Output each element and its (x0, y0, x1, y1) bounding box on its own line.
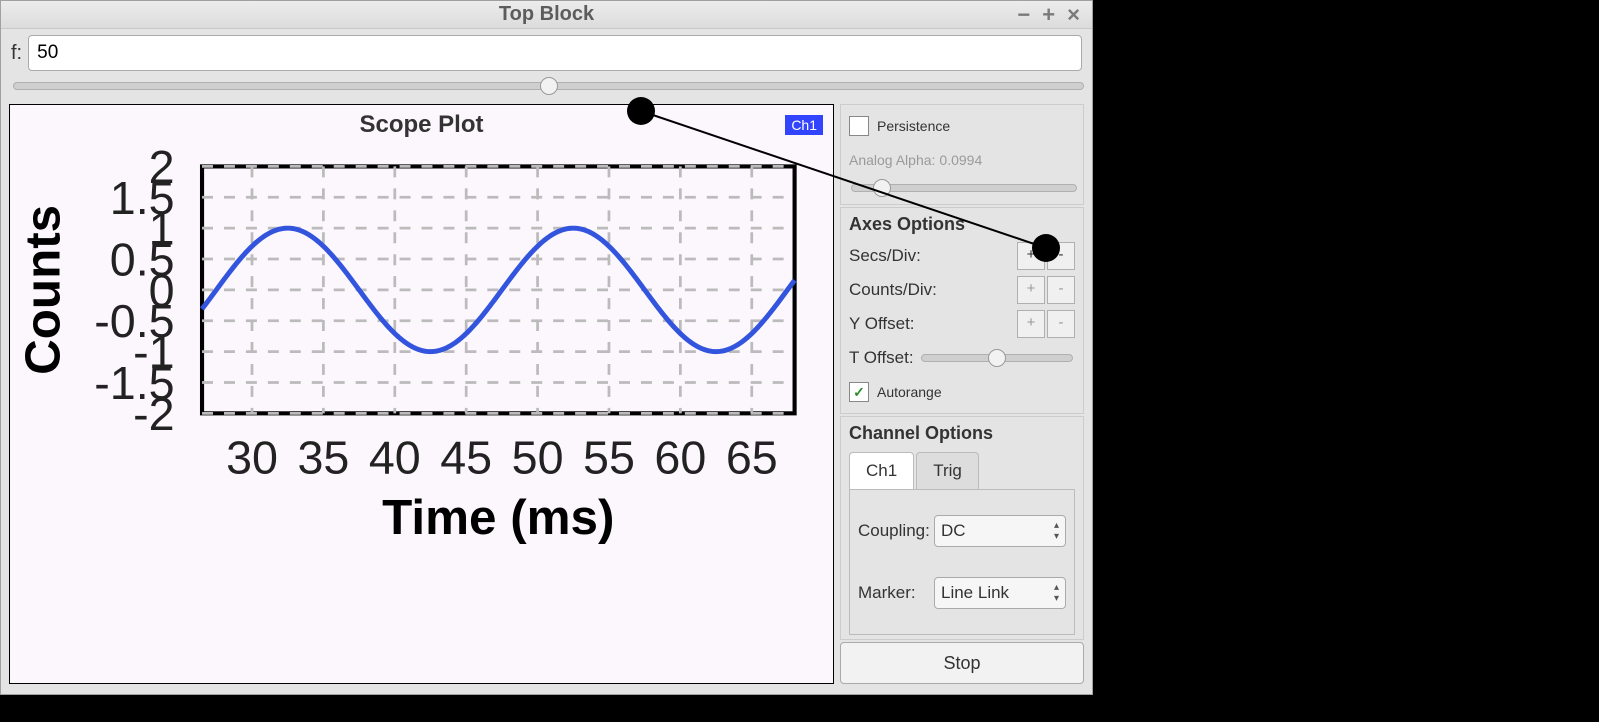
frequency-input[interactable] (28, 35, 1082, 71)
minimize-icon[interactable]: − (1017, 2, 1030, 28)
y-offset-minus-button[interactable]: - (1047, 310, 1075, 338)
y-offset-label: Y Offset: (849, 314, 1015, 334)
svg-text:60: 60 (654, 432, 706, 484)
coupling-value: DC (941, 521, 966, 541)
axes-options-header: Axes Options (849, 212, 1075, 239)
app-window: Top Block − + × f: Scope Plot Ch1 30 35 40… (0, 0, 1093, 695)
tab-trig[interactable]: Trig (916, 452, 979, 489)
counts-div-plus-button[interactable]: + (1017, 276, 1045, 304)
title-bar: Top Block − + × (1, 1, 1092, 29)
scope-plot[interactable]: 3035404550556065-2-1.5-1-0.500.511.52Tim… (10, 139, 833, 551)
marker-select[interactable]: Line Link ▴▾ (934, 577, 1066, 609)
content-area: Scope Plot Ch1 3035404550556065-2-1.5-1-… (9, 104, 1084, 684)
svg-text:40: 40 (369, 432, 421, 484)
marker-value: Line Link (941, 583, 1009, 603)
counts-div-label: Counts/Div: (849, 280, 1015, 300)
t-offset-slider[interactable] (921, 349, 1073, 367)
plot-title: Scope Plot (10, 105, 833, 139)
frequency-row: f: (1, 29, 1092, 71)
window-controls: − + × (1005, 1, 1092, 28)
analog-alpha-slider[interactable] (851, 179, 1077, 197)
autorange-checkbox[interactable]: Autorange (849, 382, 942, 402)
svg-text:50: 50 (512, 432, 564, 484)
channel-options-group: Channel Options Ch1 Trig Coupling: DC ▴▾… (840, 416, 1084, 640)
plot-legend: Ch1 (785, 115, 823, 135)
tab-ch1[interactable]: Ch1 (849, 452, 914, 489)
secs-div-minus-button[interactable]: - (1047, 242, 1075, 270)
axes-options-group: Axes Options Secs/Div: + - Counts/Div: +… (840, 207, 1084, 414)
spinner-icon: ▴▾ (1054, 582, 1059, 604)
secs-div-label: Secs/Div: (849, 246, 1015, 266)
coupling-select[interactable]: DC ▴▾ (934, 515, 1066, 547)
autorange-label: Autorange (877, 384, 942, 400)
svg-text:30: 30 (226, 432, 278, 484)
window-title: Top Block (499, 3, 594, 26)
t-offset-label: T Offset: (849, 348, 919, 368)
frequency-slider-row (1, 71, 1092, 100)
persistence-group: Persistence Analog Alpha: 0.0994 (840, 104, 1084, 205)
maximize-icon[interactable]: + (1042, 2, 1055, 28)
channel-options-header: Channel Options (849, 421, 1075, 448)
persistence-label: Persistence (877, 118, 950, 134)
marker-label: Marker: (858, 583, 934, 603)
scope-plot-panel: Scope Plot Ch1 3035404550556065-2-1.5-1-… (9, 104, 834, 684)
persistence-checkbox[interactable]: Persistence (849, 116, 950, 136)
svg-text:2: 2 (149, 141, 175, 193)
svg-text:35: 35 (297, 432, 349, 484)
secs-div-plus-button[interactable]: + (1017, 242, 1045, 270)
coupling-label: Coupling: (858, 521, 934, 541)
analog-alpha-row: Analog Alpha: 0.0994 (849, 143, 1075, 177)
frequency-label: f: (11, 42, 22, 65)
svg-text:Counts: Counts (15, 205, 70, 375)
tab-body-ch1: Coupling: DC ▴▾ Marker: Line Link ▴▾ (849, 490, 1075, 635)
close-icon[interactable]: × (1067, 2, 1080, 28)
analog-alpha-label: Analog Alpha: (849, 152, 935, 168)
counts-div-minus-button[interactable]: - (1047, 276, 1075, 304)
svg-text:55: 55 (583, 432, 635, 484)
stop-button[interactable]: Stop (840, 642, 1084, 684)
frequency-slider[interactable] (13, 77, 1084, 95)
svg-text:45: 45 (440, 432, 492, 484)
channel-tabs: Ch1 Trig (849, 452, 1075, 490)
side-panel: Persistence Analog Alpha: 0.0994 Axes Op… (840, 104, 1084, 684)
svg-text:65: 65 (726, 432, 778, 484)
svg-text:Time (ms): Time (ms) (382, 490, 614, 545)
y-offset-plus-button[interactable]: + (1017, 310, 1045, 338)
analog-alpha-value: 0.0994 (939, 152, 982, 168)
spinner-icon: ▴▾ (1054, 520, 1059, 542)
